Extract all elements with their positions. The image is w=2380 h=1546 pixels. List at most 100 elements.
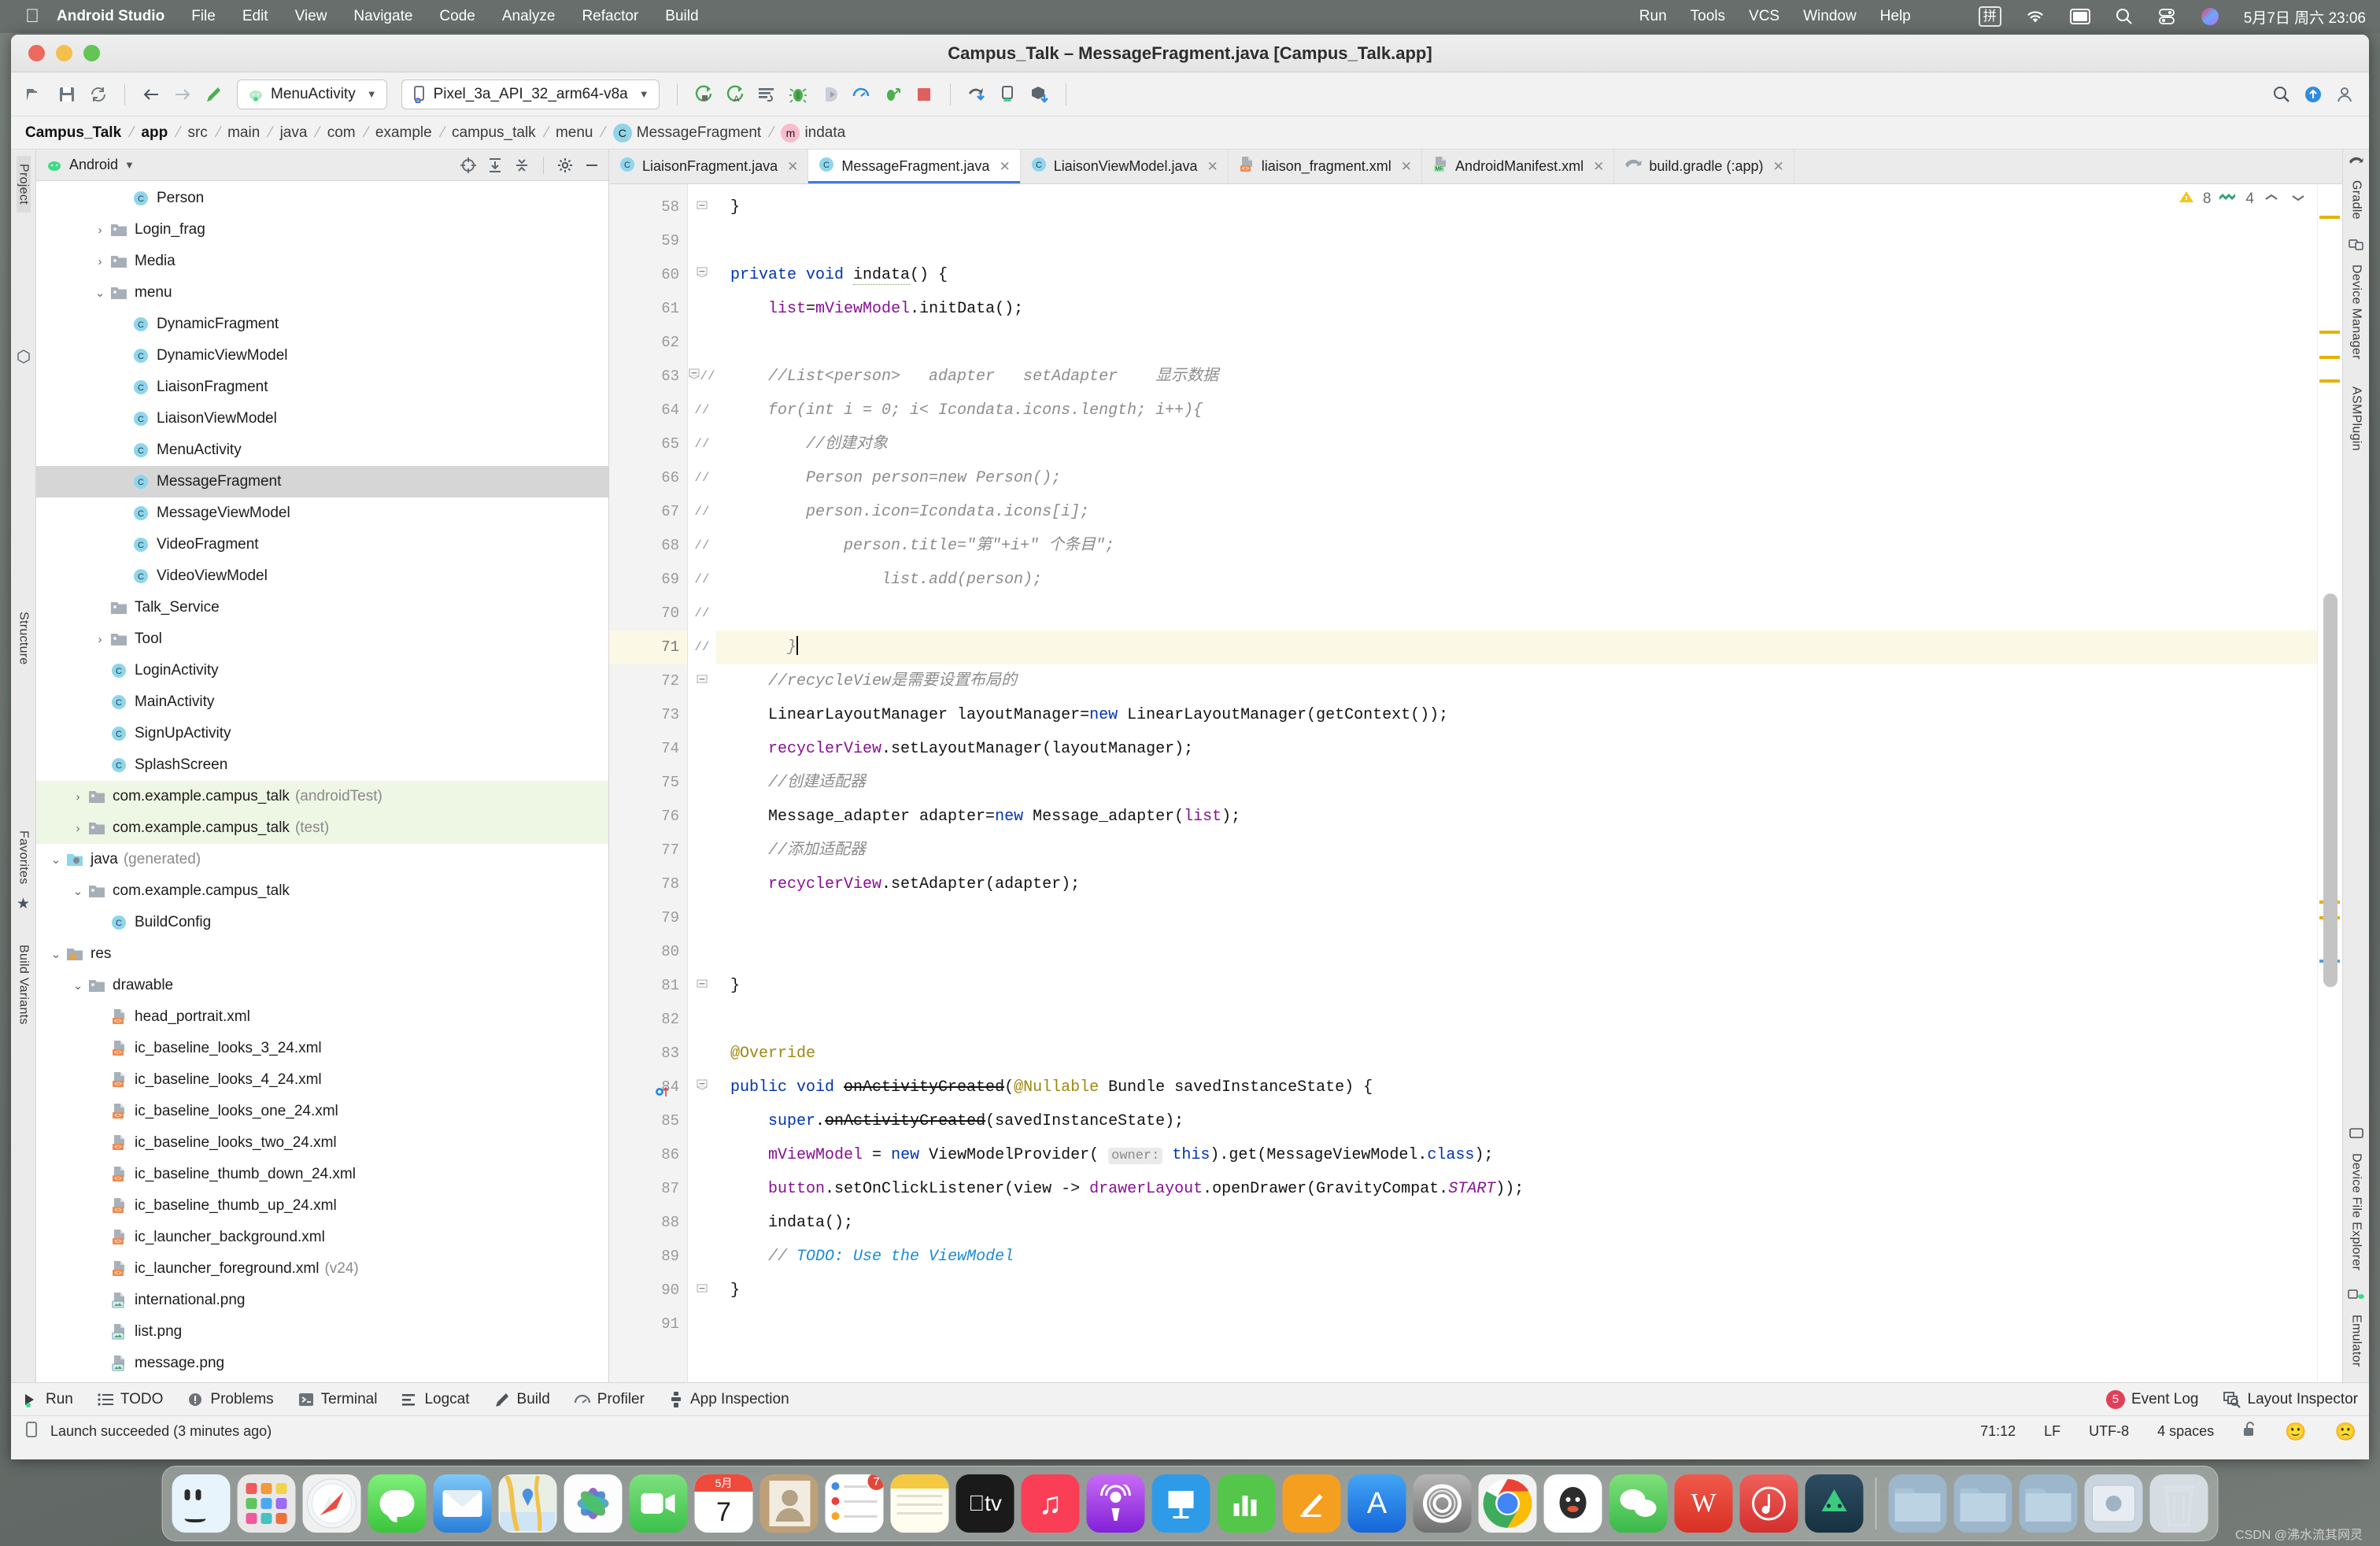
back-arrow-icon[interactable] bbox=[138, 81, 164, 108]
breadcrumb-campus-talk[interactable]: Campus_Talk bbox=[25, 124, 121, 142]
sidebar-item-asmplugin[interactable]: ASMPlugin bbox=[2349, 379, 2363, 459]
search-everywhere-icon[interactable] bbox=[2268, 81, 2295, 108]
tool-window-build[interactable]: Build bbox=[493, 1391, 550, 1408]
breadcrumb-example[interactable]: example bbox=[375, 124, 432, 142]
siri-icon[interactable] bbox=[2200, 6, 2220, 27]
code-line[interactable]: recyclerView.setLayoutManager(layoutMana… bbox=[716, 732, 2317, 766]
chevron-right-icon[interactable]: › bbox=[91, 224, 109, 237]
tree-node[interactable]: › com.example.campus_talk (test) bbox=[36, 812, 608, 844]
chevron-right-icon[interactable]: › bbox=[69, 822, 87, 835]
code-line[interactable]: @Override bbox=[716, 1037, 2317, 1071]
tree-node[interactable]: · C DynamicFragment bbox=[36, 309, 608, 340]
close-tab-icon[interactable]: ✕ bbox=[1207, 159, 1218, 175]
tree-node[interactable]: ⌄ drawable bbox=[36, 970, 608, 1001]
code-line[interactable]: //创建适配器 bbox=[716, 766, 2317, 800]
line-number[interactable]: 84 bbox=[609, 1071, 687, 1104]
line-number[interactable]: 82 bbox=[609, 1003, 687, 1037]
upload-icon[interactable] bbox=[2300, 81, 2326, 108]
macos-dock[interactable]: 5月7 7 tv♫ A W bbox=[161, 1466, 2219, 1541]
stop-icon[interactable] bbox=[911, 81, 937, 108]
run-icon[interactable] bbox=[690, 81, 717, 108]
tree-node[interactable]: · C MenuActivity bbox=[36, 435, 608, 466]
menu-item-view[interactable]: View bbox=[295, 8, 327, 25]
code-line[interactable]: Person person=new Person(); bbox=[716, 461, 2317, 495]
tree-node[interactable]: · <> ic_launcher_foreground.xml(v24) bbox=[36, 1253, 608, 1285]
resource-manager-icon[interactable] bbox=[17, 350, 31, 368]
dock-item-pages[interactable] bbox=[1282, 1474, 1341, 1533]
chevron-right-icon[interactable]: › bbox=[69, 790, 87, 804]
code-line[interactable]: //recycleView是需要设置布局的 bbox=[716, 664, 2317, 698]
fold-marker-icon[interactable] bbox=[688, 1274, 716, 1307]
line-number[interactable]: 62 bbox=[609, 326, 687, 360]
tree-node[interactable]: · international.png bbox=[36, 1285, 608, 1316]
device-selector[interactable]: Pixel_3a_API_32_arm64-v8a ▼ bbox=[401, 79, 660, 109]
dock-item-facetime[interactable] bbox=[629, 1474, 688, 1533]
menu-item-edit[interactable]: Edit bbox=[242, 8, 268, 25]
tree-node[interactable]: · <> ic_baseline_looks_3_24.xml bbox=[36, 1033, 608, 1064]
tree-node[interactable]: · Talk_Service bbox=[36, 592, 608, 623]
device-file-explorer-icon[interactable] bbox=[2349, 1127, 2364, 1144]
close-tab-icon[interactable]: ✕ bbox=[787, 159, 798, 175]
run-configuration-selector[interactable]: MenuActivity ▼ bbox=[237, 79, 387, 109]
line-number[interactable]: 60 bbox=[609, 258, 687, 292]
dock-item-safari[interactable] bbox=[302, 1474, 361, 1533]
line-number[interactable]: 69 bbox=[609, 563, 687, 597]
code-line[interactable]: person.icon=Icondata.icons[i]; bbox=[716, 495, 2317, 529]
tree-node[interactable]: · C SplashScreen bbox=[36, 749, 608, 781]
device-icon[interactable] bbox=[24, 1421, 39, 1442]
dock-item-chrome[interactable] bbox=[1478, 1474, 1537, 1533]
tree-node[interactable]: · message.png bbox=[36, 1348, 608, 1379]
breadcrumb-app[interactable]: app bbox=[141, 124, 168, 142]
code-line[interactable]: } bbox=[716, 190, 2317, 224]
forward-arrow-icon[interactable] bbox=[169, 81, 196, 108]
dock-item-netease-music[interactable] bbox=[1739, 1474, 1798, 1533]
dock-item-system-preferences[interactable] bbox=[1413, 1474, 1472, 1533]
tool-window-event-log[interactable]: 5 Event Log bbox=[2105, 1389, 2199, 1409]
line-number[interactable]: 64 bbox=[609, 394, 687, 427]
sidebar-item-emulator[interactable]: Emulator bbox=[2349, 1307, 2363, 1374]
code-line[interactable]: person.title="第"+i+" 个条目"; bbox=[716, 529, 2317, 563]
close-tab-icon[interactable]: ✕ bbox=[999, 159, 1010, 175]
editor-tab[interactable]: MF AndroidManifest.xml ✕ bbox=[1422, 150, 1615, 183]
dock-item-screenshot[interactable] bbox=[2084, 1474, 2143, 1533]
code-line[interactable]: public void onActivityCreated(@Nullable … bbox=[716, 1071, 2317, 1104]
apply-changes-icon[interactable] bbox=[753, 81, 780, 108]
save-all-icon[interactable] bbox=[54, 81, 80, 108]
close-tab-icon[interactable]: ✕ bbox=[1593, 159, 1604, 175]
code-line[interactable] bbox=[716, 224, 2317, 258]
caret-position[interactable]: 71:12 bbox=[1980, 1423, 2016, 1440]
warning-marker[interactable] bbox=[2319, 379, 2340, 383]
breadcrumb-indata[interactable]: m indata bbox=[781, 123, 845, 142]
code-line[interactable]: Message_adapter adapter=new Message_adap… bbox=[716, 800, 2317, 834]
dock-item-maps[interactable] bbox=[498, 1474, 557, 1533]
build-hammer-icon[interactable] bbox=[201, 81, 227, 108]
tool-window-problems[interactable]: Problems bbox=[187, 1391, 274, 1408]
menu-item-run[interactable]: Run bbox=[1639, 8, 1667, 25]
menu-item-window[interactable]: Window bbox=[1803, 8, 1857, 25]
menu-item-app-name[interactable]: Android Studio bbox=[57, 8, 164, 25]
line-number[interactable]: 83 bbox=[609, 1037, 687, 1071]
breadcrumb-java[interactable]: java bbox=[280, 124, 308, 142]
display-icon[interactable] bbox=[2069, 8, 2091, 25]
breadcrumb-campus-talk-pkg[interactable]: campus_talk bbox=[452, 124, 536, 142]
menu-item-vcs[interactable]: VCS bbox=[1749, 8, 1779, 25]
dock-item-keynote[interactable] bbox=[1151, 1474, 1210, 1533]
unlocked-icon[interactable] bbox=[2242, 1422, 2256, 1441]
line-number[interactable]: 77 bbox=[609, 834, 687, 867]
chevron-down-icon[interactable]: ⌄ bbox=[47, 853, 65, 867]
dock-item-calendar[interactable]: 5月 7 bbox=[694, 1474, 753, 1533]
indent-setting[interactable]: 4 spaces bbox=[2157, 1423, 2214, 1440]
tree-node[interactable]: · C DynamicViewModel bbox=[36, 340, 608, 372]
code-line[interactable]: list.add(person); bbox=[716, 563, 2317, 597]
gradle-icon[interactable] bbox=[2349, 156, 2364, 171]
line-number[interactable]: 85 bbox=[609, 1104, 687, 1138]
code-line[interactable]: super.onActivityCreated(savedInstanceSta… bbox=[716, 1104, 2317, 1138]
attach-debugger-icon[interactable] bbox=[816, 81, 843, 108]
breadcrumb-com[interactable]: com bbox=[327, 124, 356, 142]
dock-item-photos[interactable] bbox=[564, 1474, 623, 1533]
control-center-icon[interactable] bbox=[2157, 7, 2176, 26]
fold-marker-icon[interactable] bbox=[688, 190, 716, 224]
fold-marker-icon[interactable] bbox=[688, 258, 716, 292]
chevron-down-icon[interactable]: ⌄ bbox=[47, 947, 65, 961]
tool-window-app-inspection[interactable]: App Inspection bbox=[668, 1391, 789, 1408]
